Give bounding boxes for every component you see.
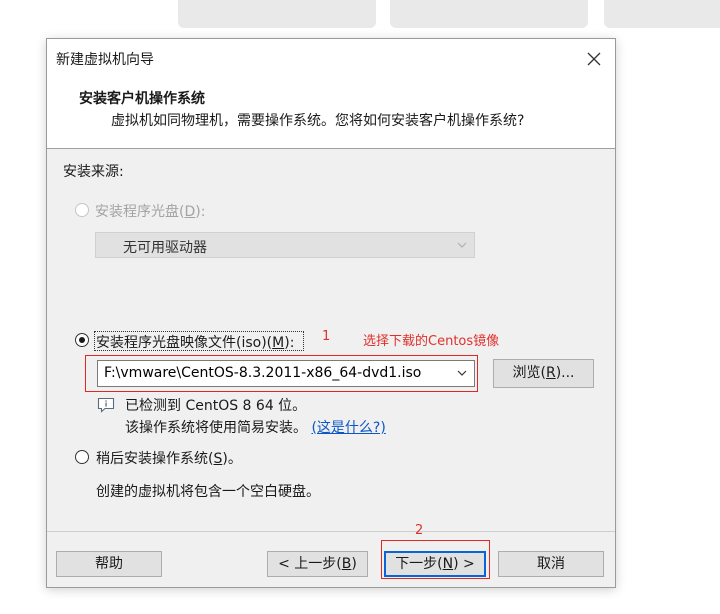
browse-button[interactable]: 浏览(R)... bbox=[493, 359, 594, 388]
os-detected-text: 已检测到 CentOS 8 64 位。 bbox=[125, 398, 307, 414]
footer-divider bbox=[47, 531, 615, 532]
install-source-label: 安装来源: bbox=[63, 164, 124, 180]
close-button[interactable] bbox=[583, 48, 605, 70]
background-tab bbox=[178, 0, 376, 28]
install-later-label: 稍后安装操作系统(S)。 bbox=[96, 451, 242, 467]
easy-install-line: 该操作系统将使用简易安装。 (这是什么?) bbox=[125, 417, 386, 437]
next-button[interactable]: 下一步(N) > bbox=[384, 551, 486, 577]
chevron-down-icon bbox=[457, 370, 467, 376]
wizard-header: 安装客户机操作系统 虚拟机如同物理机，需要操作系统。您将如何安装客户机操作系统? bbox=[47, 79, 615, 149]
radio-installer-disc[interactable] bbox=[75, 203, 89, 217]
radio-install-later[interactable] bbox=[75, 450, 89, 464]
help-button[interactable]: 帮助 bbox=[56, 551, 162, 577]
close-icon bbox=[587, 52, 601, 66]
iso-image-label: 安装程序光盘映像文件(iso)(M): bbox=[96, 335, 295, 351]
annotation-number-2: 2 bbox=[415, 523, 424, 538]
iso-path-value: F:\vmware\CentOS-8.3.2011-x86_64-dvd1.is… bbox=[104, 365, 422, 381]
header-description: 虚拟机如同物理机，需要操作系统。您将如何安装客户机操作系统? bbox=[111, 113, 525, 129]
blank-disk-note: 创建的虚拟机将包含一个空白硬盘。 bbox=[96, 484, 320, 500]
dialog-title: 新建虚拟机向导 bbox=[56, 52, 154, 68]
header-title: 安装客户机操作系统 bbox=[79, 91, 205, 107]
info-icon bbox=[97, 397, 115, 413]
chevron-down-icon bbox=[457, 242, 467, 248]
whats-this-link[interactable]: (这是什么?) bbox=[311, 420, 385, 436]
easy-install-text: 该操作系统将使用简易安装。 bbox=[125, 420, 307, 436]
annotation-text-1: 选择下载的Centos镜像 bbox=[363, 334, 500, 349]
background-tab bbox=[390, 0, 588, 28]
radio-iso-image[interactable] bbox=[75, 333, 89, 347]
cancel-button[interactable]: 取消 bbox=[498, 551, 604, 577]
annotation-number-1: 1 bbox=[322, 329, 331, 344]
disc-drive-value: 无可用驱动器 bbox=[123, 240, 207, 256]
background-tab bbox=[604, 0, 720, 28]
disc-drive-dropdown[interactable]: 无可用驱动器 bbox=[95, 232, 475, 258]
installer-disc-label: 安装程序光盘(D): bbox=[95, 204, 206, 220]
back-button[interactable]: < 上一步(B) bbox=[267, 551, 368, 577]
new-vm-wizard-dialog: 新建虚拟机向导 安装客户机操作系统 虚拟机如同物理机，需要操作系统。您将如何安装… bbox=[46, 38, 616, 588]
title-bar: 新建虚拟机向导 bbox=[47, 39, 615, 79]
iso-path-combobox[interactable]: F:\vmware\CentOS-8.3.2011-x86_64-dvd1.is… bbox=[97, 360, 475, 387]
